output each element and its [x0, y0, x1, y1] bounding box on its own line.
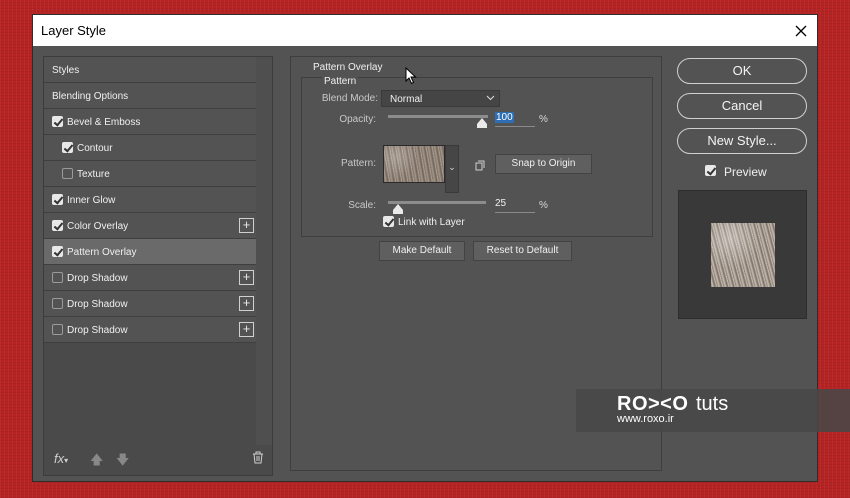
close-icon	[795, 25, 807, 36]
blend-mode-select[interactable]: Normal	[381, 90, 500, 107]
styles-list: Styles Blending Options Bevel & Emboss Cont…	[43, 56, 273, 476]
styles-list-item[interactable]: Styles	[44, 57, 256, 83]
style-label: Blending Options	[52, 91, 129, 102]
style-label: Contour	[77, 143, 113, 154]
reset-to-default-button[interactable]: Reset to Default	[473, 241, 572, 261]
styles-list-item[interactable]: Drop Shadow +	[44, 291, 256, 317]
styles-list-item[interactable]: Texture	[44, 161, 256, 187]
chevron-down-icon: ⌄	[448, 162, 456, 172]
styles-list-scrollbar[interactable]	[256, 57, 272, 445]
styles-list-footer: fx▾ 🡅 🡇	[44, 445, 272, 475]
scale-percent: %	[539, 200, 548, 211]
style-label: Drop Shadow	[67, 299, 128, 310]
opacity-value: 100	[495, 112, 514, 123]
style-checkbox[interactable]	[52, 272, 63, 283]
preview-swatch	[711, 223, 775, 287]
style-label: Texture	[77, 169, 110, 180]
add-style-icon[interactable]: +	[239, 218, 254, 233]
style-checkbox[interactable]	[52, 194, 63, 205]
scale-slider[interactable]	[388, 201, 486, 214]
scale-value: 25	[495, 198, 507, 209]
move-up-icon[interactable]: 🡅	[90, 451, 103, 473]
styles-list-item[interactable]: Bevel & Emboss	[44, 109, 256, 135]
styles-list-item[interactable]: Drop Shadow +	[44, 317, 256, 343]
pattern-swatch[interactable]	[383, 145, 445, 183]
pattern-group: Pattern Blend Mode: Normal Opacity: 100 …	[301, 76, 653, 237]
scale-label: Scale:	[348, 200, 376, 211]
styles-list-item[interactable]: Pattern Overlay	[44, 239, 256, 265]
mouse-cursor-icon	[405, 66, 417, 90]
pattern-picker-button[interactable]: ⌄	[445, 145, 459, 193]
watermark-url: www.roxo.ir	[617, 413, 674, 425]
title-bar: Layer Style	[33, 15, 817, 46]
style-label: Bevel & Emboss	[67, 117, 141, 128]
styles-list-item[interactable]: Color Overlay +	[44, 213, 256, 239]
make-default-button[interactable]: Make Default	[379, 241, 465, 261]
blend-mode-label: Blend Mode:	[321, 93, 378, 104]
style-label: Styles	[52, 65, 80, 76]
preview-box	[678, 190, 807, 319]
new-preset-icon[interactable]	[474, 158, 485, 176]
opacity-percent: %	[539, 114, 548, 125]
close-button[interactable]	[785, 15, 817, 46]
move-down-icon[interactable]: 🡇	[116, 451, 129, 473]
ok-button[interactable]: OK	[677, 58, 807, 84]
preview-label: Preview	[724, 165, 767, 179]
style-checkbox[interactable]	[52, 298, 63, 309]
fx-button[interactable]: fx▾	[54, 451, 68, 466]
style-label: Drop Shadow	[67, 325, 128, 336]
opacity-input[interactable]: 100	[495, 112, 535, 127]
cancel-button[interactable]: Cancel	[677, 93, 807, 119]
styles-list-item[interactable]: Blending Options	[44, 83, 256, 109]
blend-mode-value: Normal	[390, 94, 423, 105]
roxo-watermark: RO><O tuts www.roxo.ir	[576, 389, 850, 432]
style-checkbox[interactable]	[52, 324, 63, 335]
opacity-label: Opacity:	[339, 114, 376, 125]
style-checkbox[interactable]	[62, 142, 73, 153]
style-label: Color Overlay	[67, 221, 129, 232]
new-style-button[interactable]: New Style...	[677, 128, 807, 154]
pattern-label: Pattern:	[340, 158, 376, 169]
styles-list-item[interactable]: Drop Shadow +	[44, 265, 256, 291]
watermark-suffix: tuts	[696, 393, 729, 415]
section-title: Pattern Overlay	[313, 62, 383, 73]
style-checkbox[interactable]	[52, 116, 63, 127]
group-title: Pattern	[322, 76, 359, 87]
add-style-icon[interactable]: +	[239, 296, 254, 311]
opacity-slider[interactable]	[388, 115, 488, 128]
add-style-icon[interactable]: +	[239, 322, 254, 337]
chevron-down-icon	[486, 93, 495, 105]
link-with-layer-label: Link with Layer	[398, 217, 465, 228]
link-with-layer-checkbox[interactable]	[383, 216, 394, 227]
scale-input[interactable]: 25	[495, 198, 535, 213]
styles-list-item[interactable]: Inner Glow	[44, 187, 256, 213]
style-checkbox[interactable]	[62, 168, 73, 179]
styles-list-item[interactable]: Contour	[44, 135, 256, 161]
style-label: Drop Shadow	[67, 273, 128, 284]
preview-checkbox[interactable]	[705, 165, 716, 176]
style-checkbox[interactable]	[52, 246, 63, 257]
dialog-title: Layer Style	[41, 23, 107, 38]
style-checkbox[interactable]	[52, 220, 63, 231]
style-label: Pattern Overlay	[67, 247, 137, 258]
style-label: Inner Glow	[67, 195, 116, 206]
snap-to-origin-button[interactable]: Snap to Origin	[495, 154, 592, 174]
trash-icon[interactable]	[252, 451, 264, 467]
add-style-icon[interactable]: +	[239, 270, 254, 285]
